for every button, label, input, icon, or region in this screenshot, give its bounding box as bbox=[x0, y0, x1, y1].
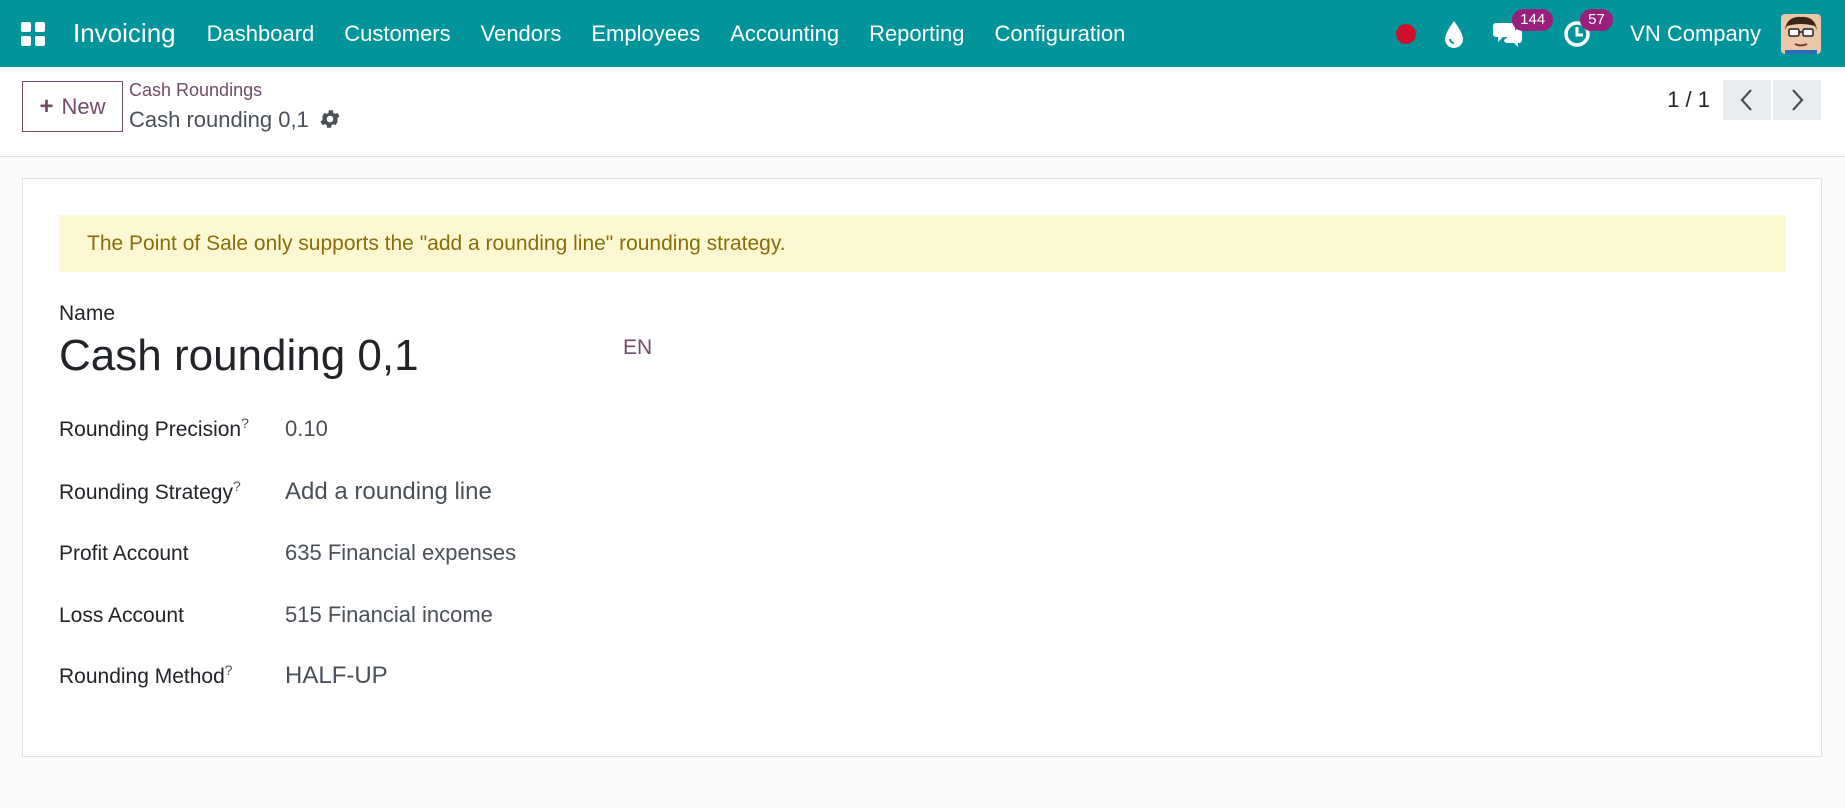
field-rounding-strategy: Rounding Strategy? Add a rounding line bbox=[59, 478, 492, 506]
field-rounding-method: Rounding Method? HALF-UP bbox=[59, 662, 388, 690]
rounding-strategy-select[interactable]: Add a rounding line bbox=[285, 478, 492, 506]
rounding-method-select[interactable]: HALF-UP bbox=[285, 662, 388, 690]
form-sheet: The Point of Sale only supports the "add… bbox=[22, 178, 1822, 757]
name-label: Name bbox=[59, 302, 116, 325]
translate-button[interactable]: EN bbox=[623, 336, 652, 360]
pager-previous-button[interactable] bbox=[1723, 80, 1771, 120]
user-avatar[interactable] bbox=[1781, 13, 1821, 54]
chevron-right-icon bbox=[1792, 89, 1804, 111]
record-dot-icon bbox=[1396, 23, 1417, 44]
gear-icon[interactable] bbox=[318, 107, 342, 131]
avatar-image bbox=[1781, 13, 1821, 54]
menu-item-accounting[interactable]: Accounting bbox=[715, 21, 854, 47]
menu-item-reporting[interactable]: Reporting bbox=[854, 21, 979, 47]
help-tooltip-icon[interactable]: ? bbox=[225, 662, 233, 678]
messages-button[interactable]: 144 bbox=[1492, 8, 1562, 49]
menu-item-employees[interactable]: Employees bbox=[576, 21, 715, 47]
apps-grid-icon bbox=[21, 21, 45, 46]
recording-button[interactable] bbox=[1396, 23, 1442, 44]
app-name[interactable]: Invoicing bbox=[73, 18, 176, 49]
rounding-strategy-label: Rounding Strategy? bbox=[59, 478, 241, 504]
field-rounding-precision: Rounding Precision? 0.10 bbox=[59, 415, 328, 442]
new-button[interactable]: + New bbox=[22, 81, 123, 132]
pos-strategy-alert: The Point of Sale only supports the "add… bbox=[59, 215, 1786, 272]
menu-item-configuration[interactable]: Configuration bbox=[979, 21, 1140, 47]
pager-next-button[interactable] bbox=[1773, 80, 1821, 120]
drop-icon bbox=[1445, 20, 1464, 48]
breadcrumb-cash-roundings[interactable]: Cash Roundings bbox=[129, 80, 262, 101]
rounding-precision-label: Rounding Precision? bbox=[59, 415, 249, 441]
field-profit-account: Profit Account 635 Financial expenses bbox=[59, 540, 516, 566]
chevron-left-icon bbox=[1740, 89, 1752, 111]
pager-value[interactable]: 1 / 1 bbox=[1667, 87, 1710, 113]
breadcrumb-current-record: Cash rounding 0,1 bbox=[129, 107, 309, 132]
top-navbar: Invoicing Dashboard Customers Vendors Em… bbox=[0, 0, 1845, 67]
activities-button[interactable]: 57 bbox=[1562, 8, 1630, 49]
plus-icon: + bbox=[39, 92, 54, 120]
loss-account-label: Loss Account bbox=[59, 604, 184, 627]
help-tooltip-icon[interactable]: ? bbox=[233, 478, 241, 494]
name-field[interactable]: Cash rounding 0,1 bbox=[59, 331, 419, 381]
menu-item-customers[interactable]: Customers bbox=[329, 21, 465, 47]
apps-menu-button[interactable] bbox=[0, 0, 66, 67]
company-switcher[interactable]: VN Company bbox=[1630, 21, 1761, 47]
control-panel: + New Cash Roundings Cash rounding 0,1 1… bbox=[0, 67, 1845, 157]
systray: 144 57 VN Company bbox=[1396, 0, 1845, 67]
field-loss-account: Loss Account 515 Financial income bbox=[59, 602, 493, 628]
rounding-precision-input[interactable]: 0.10 bbox=[285, 416, 328, 442]
loss-account-input[interactable]: 515 Financial income bbox=[285, 602, 493, 628]
menu-item-vendors[interactable]: Vendors bbox=[466, 21, 577, 47]
profit-account-input[interactable]: 635 Financial expenses bbox=[285, 540, 516, 566]
drop-button[interactable] bbox=[1442, 19, 1492, 49]
messages-count-badge: 144 bbox=[1512, 8, 1554, 31]
help-tooltip-icon[interactable]: ? bbox=[241, 415, 249, 431]
activities-count-badge: 57 bbox=[1580, 8, 1613, 31]
rounding-method-label: Rounding Method? bbox=[59, 662, 233, 688]
menu-item-dashboard[interactable]: Dashboard bbox=[192, 21, 330, 47]
profit-account-label: Profit Account bbox=[59, 542, 189, 565]
main-menu: Dashboard Customers Vendors Employees Ac… bbox=[192, 21, 1141, 47]
new-button-label: New bbox=[61, 93, 106, 119]
